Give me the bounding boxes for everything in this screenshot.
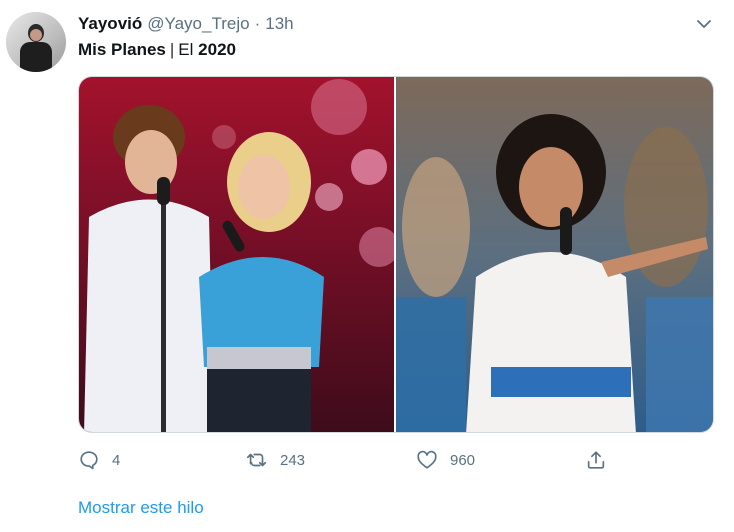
reply-icon — [80, 451, 98, 470]
display-name[interactable]: Yayovió — [78, 14, 142, 34]
photo-right-illustration — [396, 114, 713, 432]
user-handle[interactable]: @Yayo_Trejo — [147, 14, 249, 34]
retweet-count: 243 — [280, 451, 306, 469]
photo-right[interactable] — [396, 77, 713, 432]
tweet-text-separator: | — [169, 40, 175, 59]
tweet-text-part2: El — [178, 40, 194, 59]
retweet-icon — [247, 453, 267, 467]
media-grid — [78, 76, 714, 433]
like-button[interactable]: 960 — [416, 446, 475, 474]
avatar[interactable] — [6, 12, 66, 72]
heart-icon — [417, 450, 437, 469]
reply-count: 4 — [112, 451, 121, 469]
reply-button[interactable]: 4 — [78, 446, 120, 474]
retweet-button[interactable]: 243 — [246, 446, 305, 474]
share-button[interactable] — [585, 446, 607, 474]
tweet-actions: 4 243 960 — [78, 446, 618, 474]
tweet-text: Mis Planes | El 2020 — [78, 40, 236, 60]
photo-left-illustration — [84, 79, 394, 432]
separator-dot: · — [254, 14, 261, 33]
share-icon — [587, 451, 605, 469]
chevron-down-icon[interactable] — [694, 14, 714, 34]
photo-left[interactable] — [79, 77, 394, 432]
like-count: 960 — [450, 451, 476, 469]
tweet-text-part3: 2020 — [198, 40, 236, 59]
timestamp[interactable]: 13h — [265, 14, 293, 34]
tweet-header: Yayovió @Yayo_Trejo · 13h — [78, 14, 294, 34]
tweet-text-part1: Mis Planes — [78, 40, 166, 59]
show-thread-link[interactable]: Mostrar este hilo — [78, 498, 204, 518]
